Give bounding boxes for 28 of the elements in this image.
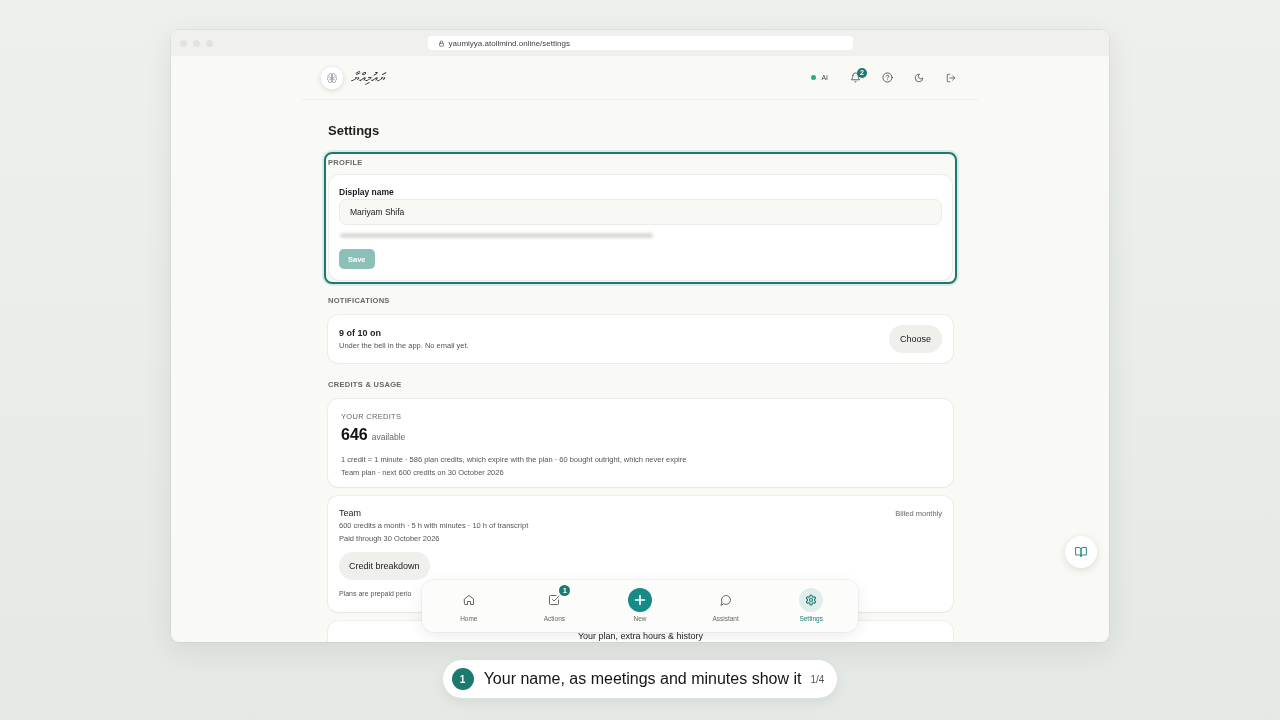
chat-bubble-icon bbox=[719, 594, 732, 606]
step-counter: 1/4 bbox=[810, 673, 825, 685]
plan-name: Team bbox=[339, 507, 361, 519]
tour-caption-text: Your name, as meetings and minutes show it bbox=[483, 670, 802, 688]
moon-icon bbox=[914, 72, 924, 83]
step-badge: 1 bbox=[451, 668, 474, 690]
lock-icon bbox=[437, 39, 445, 47]
logout-icon bbox=[946, 72, 956, 83]
app-name: ޔައުމިއްޔާ bbox=[351, 69, 385, 86]
book-icon bbox=[1075, 546, 1087, 558]
brain-icon bbox=[320, 65, 344, 90]
home-icon bbox=[462, 594, 475, 606]
page-title: Settings bbox=[328, 123, 381, 139]
card-title: Your plan, extra hours & history bbox=[577, 630, 704, 642]
credits-amount: 646 bbox=[341, 426, 368, 444]
credit-breakdown-button[interactable]: Credit breakdown bbox=[339, 552, 430, 580]
display-name-field[interactable]: Mariyam Shifa bbox=[339, 199, 942, 225]
choose-button[interactable]: Choose bbox=[889, 325, 942, 353]
help-icon bbox=[881, 72, 893, 83]
gear-icon bbox=[799, 588, 824, 612]
notification-summary: 9 of 10 on bbox=[339, 326, 382, 339]
plus-icon bbox=[628, 588, 652, 612]
checkbox-icon bbox=[548, 594, 561, 606]
guide-button[interactable] bbox=[1065, 536, 1097, 568]
bell-icon bbox=[849, 72, 861, 83]
credits-unit: available bbox=[371, 431, 406, 444]
address-bar[interactable]: yaumiyya.atollmind.online/settings bbox=[427, 36, 853, 50]
field-label: Display name bbox=[339, 186, 394, 198]
